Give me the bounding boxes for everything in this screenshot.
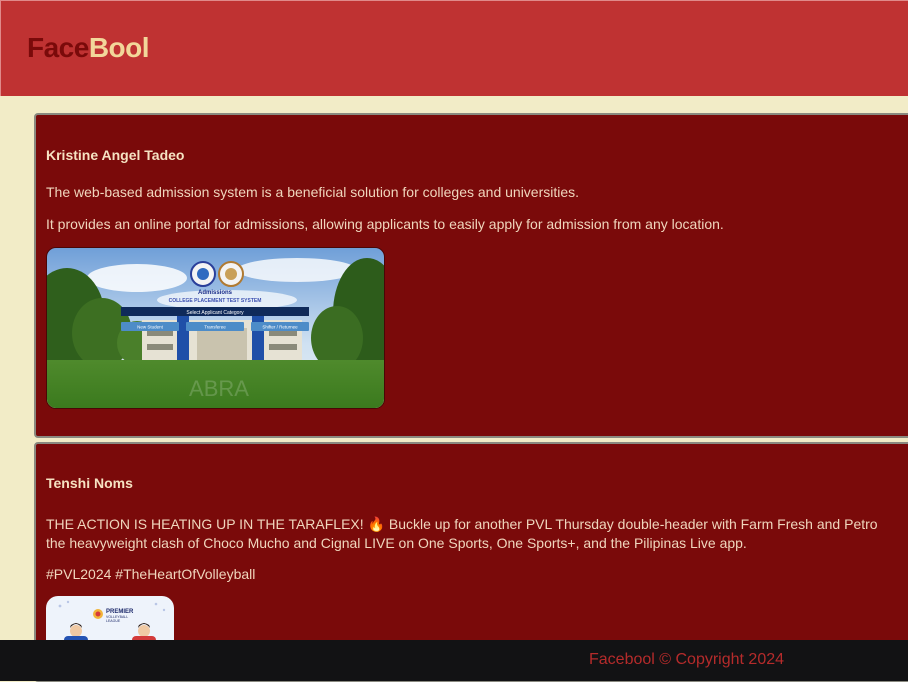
post-author[interactable]: Kristine Angel Tadeo <box>46 147 184 163</box>
image-button-label: Shifter / Returnee <box>262 325 298 330</box>
post-text-line: It provides an online portal for admissi… <box>46 216 724 232</box>
image-heading: Admissions <box>198 290 233 296</box>
image-category-bar: Select Applicant Category <box>186 310 244 316</box>
image-subheading: COLLEGE PLACEMENT TEST SYSTEM <box>169 298 262 304</box>
post-hashtags[interactable]: #PVL2024 #TheHeartOfVolleyball <box>46 565 255 584</box>
admission-system-screenshot: Admissions COLLEGE PLACEMENT TEST SYSTEM… <box>47 248 384 408</box>
post-author[interactable]: Tenshi Noms <box>46 475 133 491</box>
post-card: Kristine Angel Tadeo The web-based admis… <box>34 113 908 438</box>
footer-copyright: Facebool © Copyright 2024 <box>589 651 785 668</box>
footer-bar: Facebool © Copyright 2024 <box>0 640 908 681</box>
image-button-label: Transferee <box>204 325 226 330</box>
logo-part-bool: Bool <box>88 32 150 63</box>
logo-part-face: Face <box>27 32 89 63</box>
site-logo[interactable]: FaceBool <box>27 32 150 64</box>
image-button-label: New Student <box>137 325 164 330</box>
image-watermark: ABRA <box>189 376 249 401</box>
post-text-line: the heavyweight clash of Choco Mucho and… <box>46 535 747 551</box>
post-text-line: The web-based admission system is a bene… <box>46 184 580 200</box>
post-image[interactable]: Admissions COLLEGE PLACEMENT TEST SYSTEM… <box>46 247 385 409</box>
post-text-line: THE ACTION IS HEATING UP IN THE TARAFLEX… <box>46 516 878 532</box>
header-bar: FaceBool <box>0 0 908 96</box>
promo-subtitle: LEAGUE <box>106 619 121 623</box>
